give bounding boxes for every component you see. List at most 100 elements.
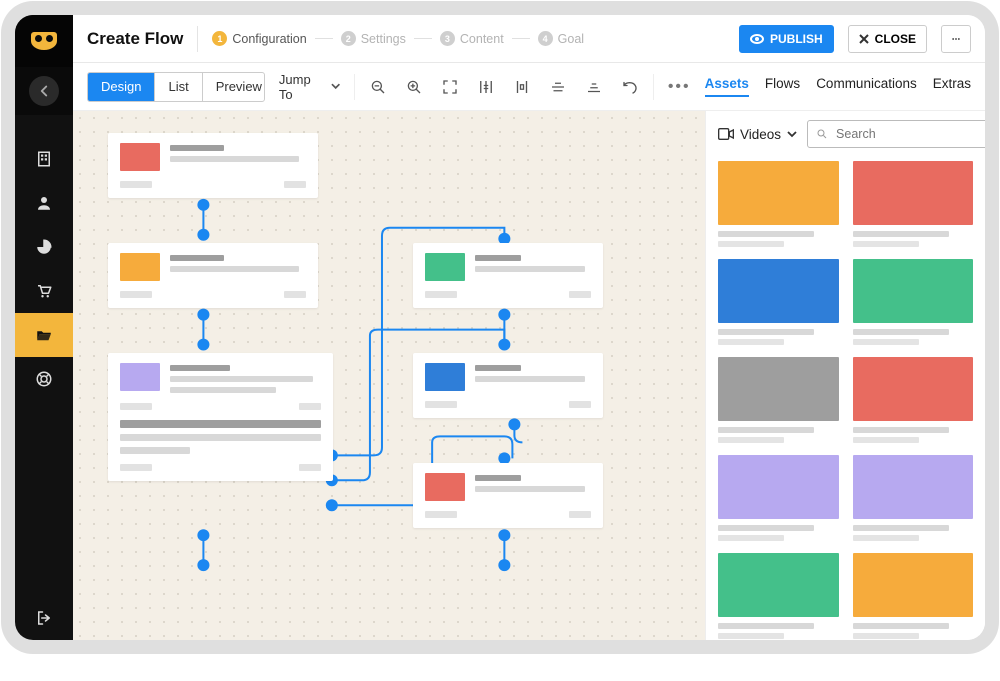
node-thumbnail [120,363,160,391]
nav-analytics[interactable] [15,225,73,269]
asset-tile[interactable] [853,259,974,345]
logo-cell [15,15,73,67]
step-badge: 1 [212,31,227,46]
jump-label: Jump To [279,72,325,102]
asset-thumbnail [718,161,839,225]
asset-search[interactable] [807,120,985,148]
asset-thumbnail [853,161,974,225]
building-icon [35,150,53,168]
wizard-steps: 1Configuration 2Settings 3 Content 4Goal [212,31,584,46]
workspace: Videos [73,111,985,640]
undo-icon[interactable] [621,78,639,96]
align-v-bottom-icon[interactable] [585,78,603,96]
publish-label: PUBLISH [770,32,823,46]
back-button[interactable] [29,76,59,106]
nav-cart[interactable] [15,269,73,313]
search-input[interactable] [834,126,985,142]
wizard-step-content[interactable]: 3 Content [440,31,504,46]
mode-design[interactable]: Design [88,73,155,101]
cart-icon [35,282,53,300]
top-bar: Create Flow 1Configuration 2Settings 3 Cont… [73,15,985,63]
asset-thumbnail [853,553,974,617]
nav-folder[interactable] [15,313,73,357]
zoom-in-icon[interactable] [405,78,423,96]
more-icon [952,37,960,41]
wizard-step-goal[interactable]: 4Goal [538,31,584,46]
asset-thumbnail [853,259,974,323]
flow-node[interactable] [413,353,603,418]
asset-tile[interactable] [853,553,974,639]
asset-tile[interactable] [853,161,974,247]
assets-panel: Videos [705,111,985,640]
view-mode-segment: DesignListPreview [87,72,265,102]
asset-thumbnail [718,455,839,519]
node-thumbnail [120,253,160,281]
back-cell [15,67,73,115]
assets-header: Videos [706,111,985,157]
mode-list[interactable]: List [155,73,202,101]
flow-node[interactable] [108,353,333,481]
chevron-down-icon [331,83,340,90]
step-badge: 3 [440,31,455,46]
nav-help[interactable] [15,357,73,401]
pie-chart-icon [35,238,53,256]
node-thumbnail [425,473,465,501]
left-sidebar [15,15,73,640]
asset-thumbnail [718,259,839,323]
nav-building[interactable] [15,137,73,181]
zoom-out-icon[interactable] [369,78,387,96]
fullscreen-icon[interactable] [441,78,459,96]
wizard-step-settings[interactable]: 2Settings [341,31,406,46]
video-icon [718,128,734,140]
toolbar-more[interactable]: ••• [668,78,691,96]
asset-thumbnail [718,553,839,617]
node-thumbnail [425,363,465,391]
panel-tab-extras[interactable]: Extras [933,76,971,97]
asset-panel-tabs: Assets Flows Communications Extras [705,76,971,97]
folder-open-icon [35,326,53,344]
mode-preview[interactable]: Preview [203,73,265,101]
node-thumbnail [120,143,160,171]
asset-tile[interactable] [718,259,839,345]
asset-thumbnail [853,357,974,421]
asset-tile[interactable] [853,455,974,541]
search-icon [816,128,828,140]
panel-tab-assets[interactable]: Assets [705,76,749,97]
asset-tile[interactable] [718,161,839,247]
asset-thumbnail [853,455,974,519]
panel-tab-flows[interactable]: Flows [765,76,800,97]
flow-canvas[interactable] [73,111,705,640]
jump-to-dropdown[interactable]: Jump To [279,72,340,102]
flow-node[interactable] [413,243,603,308]
step-label: Content [460,32,504,46]
flow-node[interactable] [413,463,603,528]
secondary-toolbar: DesignListPreview Jump To ••• Assets Flow… [73,63,985,111]
divider [197,26,198,52]
eye-icon [750,34,764,44]
step-badge: 4 [538,31,553,46]
flow-node[interactable] [108,243,318,308]
distribute-h-icon[interactable] [477,78,495,96]
asset-type-dropdown[interactable]: Videos [718,127,797,142]
align-v-center-icon[interactable] [549,78,567,96]
chevron-down-icon [787,131,797,138]
nav-user[interactable] [15,181,73,225]
align-h-icon[interactable] [513,78,531,96]
app-logo-icon [31,32,57,50]
flow-node[interactable] [108,133,318,198]
asset-thumbnail [718,357,839,421]
page-title: Create Flow [87,29,183,49]
life-ring-icon [35,370,53,388]
asset-tile[interactable] [718,357,839,443]
asset-tile[interactable] [853,357,974,443]
more-button[interactable] [941,25,971,53]
nav-logout[interactable] [15,596,73,640]
panel-tab-communications[interactable]: Communications [816,76,917,97]
wizard-step-configuration[interactable]: 1Configuration [212,31,306,46]
publish-button[interactable]: PUBLISH [739,25,834,53]
close-button[interactable]: CLOSE [848,25,927,53]
app-frame: Create Flow 1Configuration 2Settings 3 Cont… [15,15,985,640]
asset-tile[interactable] [718,455,839,541]
chevron-left-icon [35,82,53,100]
asset-tile[interactable] [718,553,839,639]
